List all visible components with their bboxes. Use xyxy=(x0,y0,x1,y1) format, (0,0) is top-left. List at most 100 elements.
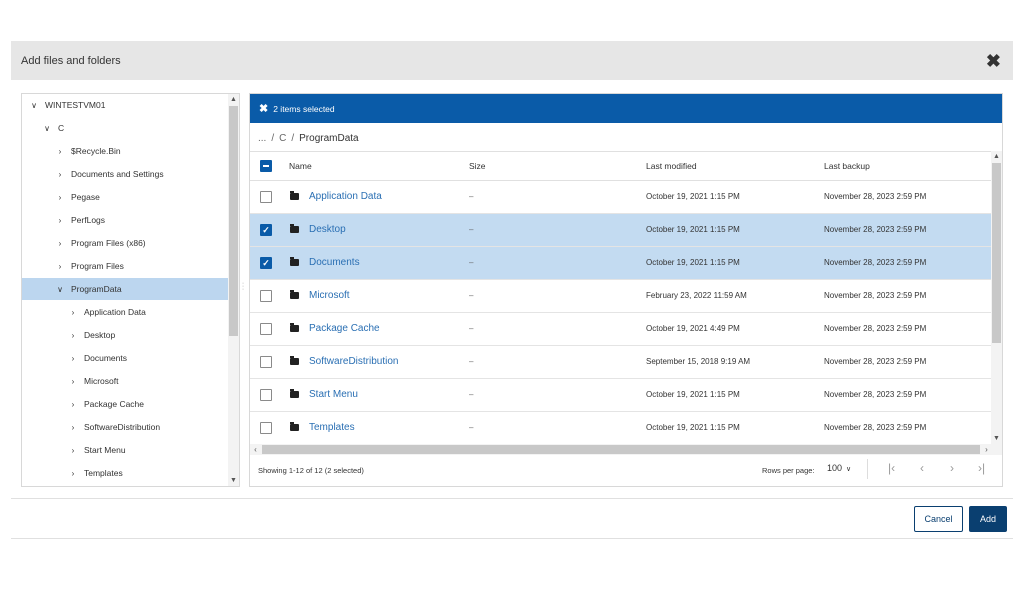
tree-scroll-thumb[interactable] xyxy=(229,106,238,336)
table-row[interactable]: ✓ Desktop – October 19, 2021 1:15 PM Novembe… xyxy=(250,214,992,247)
tree-item[interactable]: › Application Data xyxy=(22,301,229,323)
column-header-size[interactable]: Size xyxy=(469,161,486,171)
grid-header: Name Size Last modified Last backup xyxy=(250,151,992,181)
chevron-right-icon[interactable]: › xyxy=(68,354,78,363)
tree-item[interactable]: › Pegase xyxy=(22,186,229,208)
file-name-link[interactable]: Start Menu xyxy=(309,389,358,400)
folder-icon xyxy=(290,323,299,332)
tree-item[interactable]: › Start Menu xyxy=(22,439,229,461)
file-name-link[interactable]: Documents xyxy=(309,257,360,268)
tree-item[interactable]: › Microsoft xyxy=(22,370,229,392)
table-row[interactable]: ✓ Documents – October 19, 2021 1:15 PM Novem… xyxy=(250,247,992,280)
dialog-title: Add files and folders xyxy=(21,54,121,67)
row-checkbox[interactable] xyxy=(260,356,272,368)
tree-scrollbar[interactable]: ▲ ▼ xyxy=(228,94,239,486)
first-page-icon[interactable]: |‹ xyxy=(888,461,895,475)
rows-per-page-select[interactable]: 100 ∨ xyxy=(827,463,851,473)
last-modified: October 19, 2021 1:15 PM xyxy=(646,258,740,267)
grid-horizontal-scrollbar[interactable]: ‹ › xyxy=(250,444,992,455)
tree-item[interactable]: › Program Files (x86) xyxy=(22,232,229,254)
tree-item[interactable]: › Package Cache xyxy=(22,393,229,415)
chevron-right-icon[interactable]: › xyxy=(68,400,78,409)
chevron-right-icon[interactable]: › xyxy=(55,262,65,271)
breadcrumb-ellipsis[interactable]: ... xyxy=(258,133,266,144)
tree-item[interactable]: › Program Files xyxy=(22,255,229,277)
tree-item[interactable]: › SoftwareDistribution xyxy=(22,416,229,438)
file-name-link[interactable]: Package Cache xyxy=(309,323,380,334)
chevron-down-icon[interactable]: ∨ xyxy=(42,124,52,133)
file-name-link[interactable]: SoftwareDistribution xyxy=(309,356,398,367)
folder-icon xyxy=(290,389,299,398)
row-checkbox[interactable] xyxy=(260,389,272,401)
file-name-link[interactable]: Application Data xyxy=(309,191,382,202)
row-checkbox[interactable] xyxy=(260,290,272,302)
file-name-link[interactable]: Desktop xyxy=(309,224,346,235)
select-all-checkbox[interactable] xyxy=(260,160,272,172)
cancel-button[interactable]: Cancel xyxy=(914,506,963,532)
column-header-backup[interactable]: Last backup xyxy=(824,161,870,171)
scroll-left-icon[interactable]: ‹ xyxy=(250,444,261,455)
chevron-right-icon[interactable]: › xyxy=(68,377,78,386)
column-header-modified[interactable]: Last modified xyxy=(646,161,697,171)
column-header-name[interactable]: Name xyxy=(289,161,312,171)
row-checkbox[interactable]: ✓ xyxy=(260,257,272,269)
table-row[interactable]: Package Cache – October 19, 2021 4:49 PM No… xyxy=(250,313,992,346)
grid-vertical-scrollbar[interactable]: ▲ ▼ xyxy=(991,151,1002,444)
chevron-right-icon[interactable]: › xyxy=(68,331,78,340)
chevron-down-icon[interactable]: ∨ xyxy=(29,101,39,110)
tree-item[interactable]: ∨ ProgramData xyxy=(22,278,229,300)
tree-item[interactable]: › PerfLogs xyxy=(22,209,229,231)
chevron-right-icon[interactable]: › xyxy=(55,193,65,202)
tree-item-label: ProgramData xyxy=(71,284,122,294)
scroll-down-icon[interactable]: ▼ xyxy=(991,433,1002,444)
chevron-right-icon[interactable]: › xyxy=(68,446,78,455)
scroll-down-icon[interactable]: ▼ xyxy=(228,475,239,486)
file-name-link[interactable]: Microsoft xyxy=(309,290,350,301)
table-row[interactable]: Start Menu – October 19, 2021 1:15 PM Novem… xyxy=(250,379,992,412)
last-backup: November 28, 2023 2:59 PM xyxy=(824,258,927,267)
folder-icon xyxy=(290,191,299,200)
file-name-link[interactable]: Templates xyxy=(309,422,355,433)
last-page-icon[interactable]: ›| xyxy=(978,461,985,475)
scroll-up-icon[interactable]: ▲ xyxy=(228,94,239,105)
tree-item[interactable]: › Desktop xyxy=(22,324,229,346)
table-row[interactable]: Microsoft – February 23, 2022 11:59 AM Nove… xyxy=(250,280,992,313)
grid-vscroll-thumb[interactable] xyxy=(992,163,1001,343)
tree-item-label: $Recycle.Bin xyxy=(71,146,121,156)
tree-item[interactable]: › $Recycle.Bin xyxy=(22,140,229,162)
last-backup: November 28, 2023 2:59 PM xyxy=(824,225,927,234)
file-size: – xyxy=(469,258,474,267)
chevron-right-icon[interactable]: › xyxy=(55,147,65,156)
clear-selection-icon[interactable]: ✖ xyxy=(259,102,268,115)
row-checkbox[interactable] xyxy=(260,422,272,434)
panel-splitter-handle[interactable]: · · · xyxy=(241,280,245,293)
row-checkbox[interactable] xyxy=(260,323,272,335)
tree-item[interactable]: › Documents xyxy=(22,347,229,369)
scroll-up-icon[interactable]: ▲ xyxy=(991,151,1002,162)
breadcrumb-c[interactable]: C xyxy=(279,133,286,144)
tree-item[interactable]: ∨ WINTESTVM01 xyxy=(22,94,229,116)
chevron-right-icon[interactable]: › xyxy=(55,170,65,179)
chevron-right-icon[interactable]: › xyxy=(55,239,65,248)
add-button[interactable]: Add xyxy=(969,506,1007,532)
chevron-right-icon[interactable]: › xyxy=(55,216,65,225)
next-page-icon[interactable]: › xyxy=(950,461,954,475)
row-checkbox[interactable]: ✓ xyxy=(260,224,272,236)
table-row[interactable]: Templates – October 19, 2021 1:15 PM Novemb… xyxy=(250,412,992,445)
grid-hscroll-thumb[interactable] xyxy=(262,445,980,454)
chevron-down-icon[interactable]: ∨ xyxy=(55,285,65,294)
tree-item[interactable]: › Templates xyxy=(22,462,229,484)
previous-page-icon[interactable]: ‹ xyxy=(920,461,924,475)
chevron-right-icon[interactable]: › xyxy=(68,423,78,432)
row-checkbox[interactable] xyxy=(260,191,272,203)
chevron-right-icon[interactable]: › xyxy=(68,308,78,317)
table-row[interactable]: Application Data – October 19, 2021 1:15 P… xyxy=(250,181,992,214)
tree-item[interactable]: › Documents and Settings xyxy=(22,163,229,185)
tree-item-label: Desktop xyxy=(84,330,116,340)
chevron-right-icon[interactable]: › xyxy=(68,469,78,478)
table-row[interactable]: SoftwareDistribution – September 15, 2018 … xyxy=(250,346,992,379)
folder-icon xyxy=(290,356,299,365)
close-icon[interactable]: ✖ xyxy=(986,52,1001,70)
last-backup: November 28, 2023 2:59 PM xyxy=(824,423,927,432)
tree-item[interactable]: ∨ C xyxy=(22,117,229,139)
